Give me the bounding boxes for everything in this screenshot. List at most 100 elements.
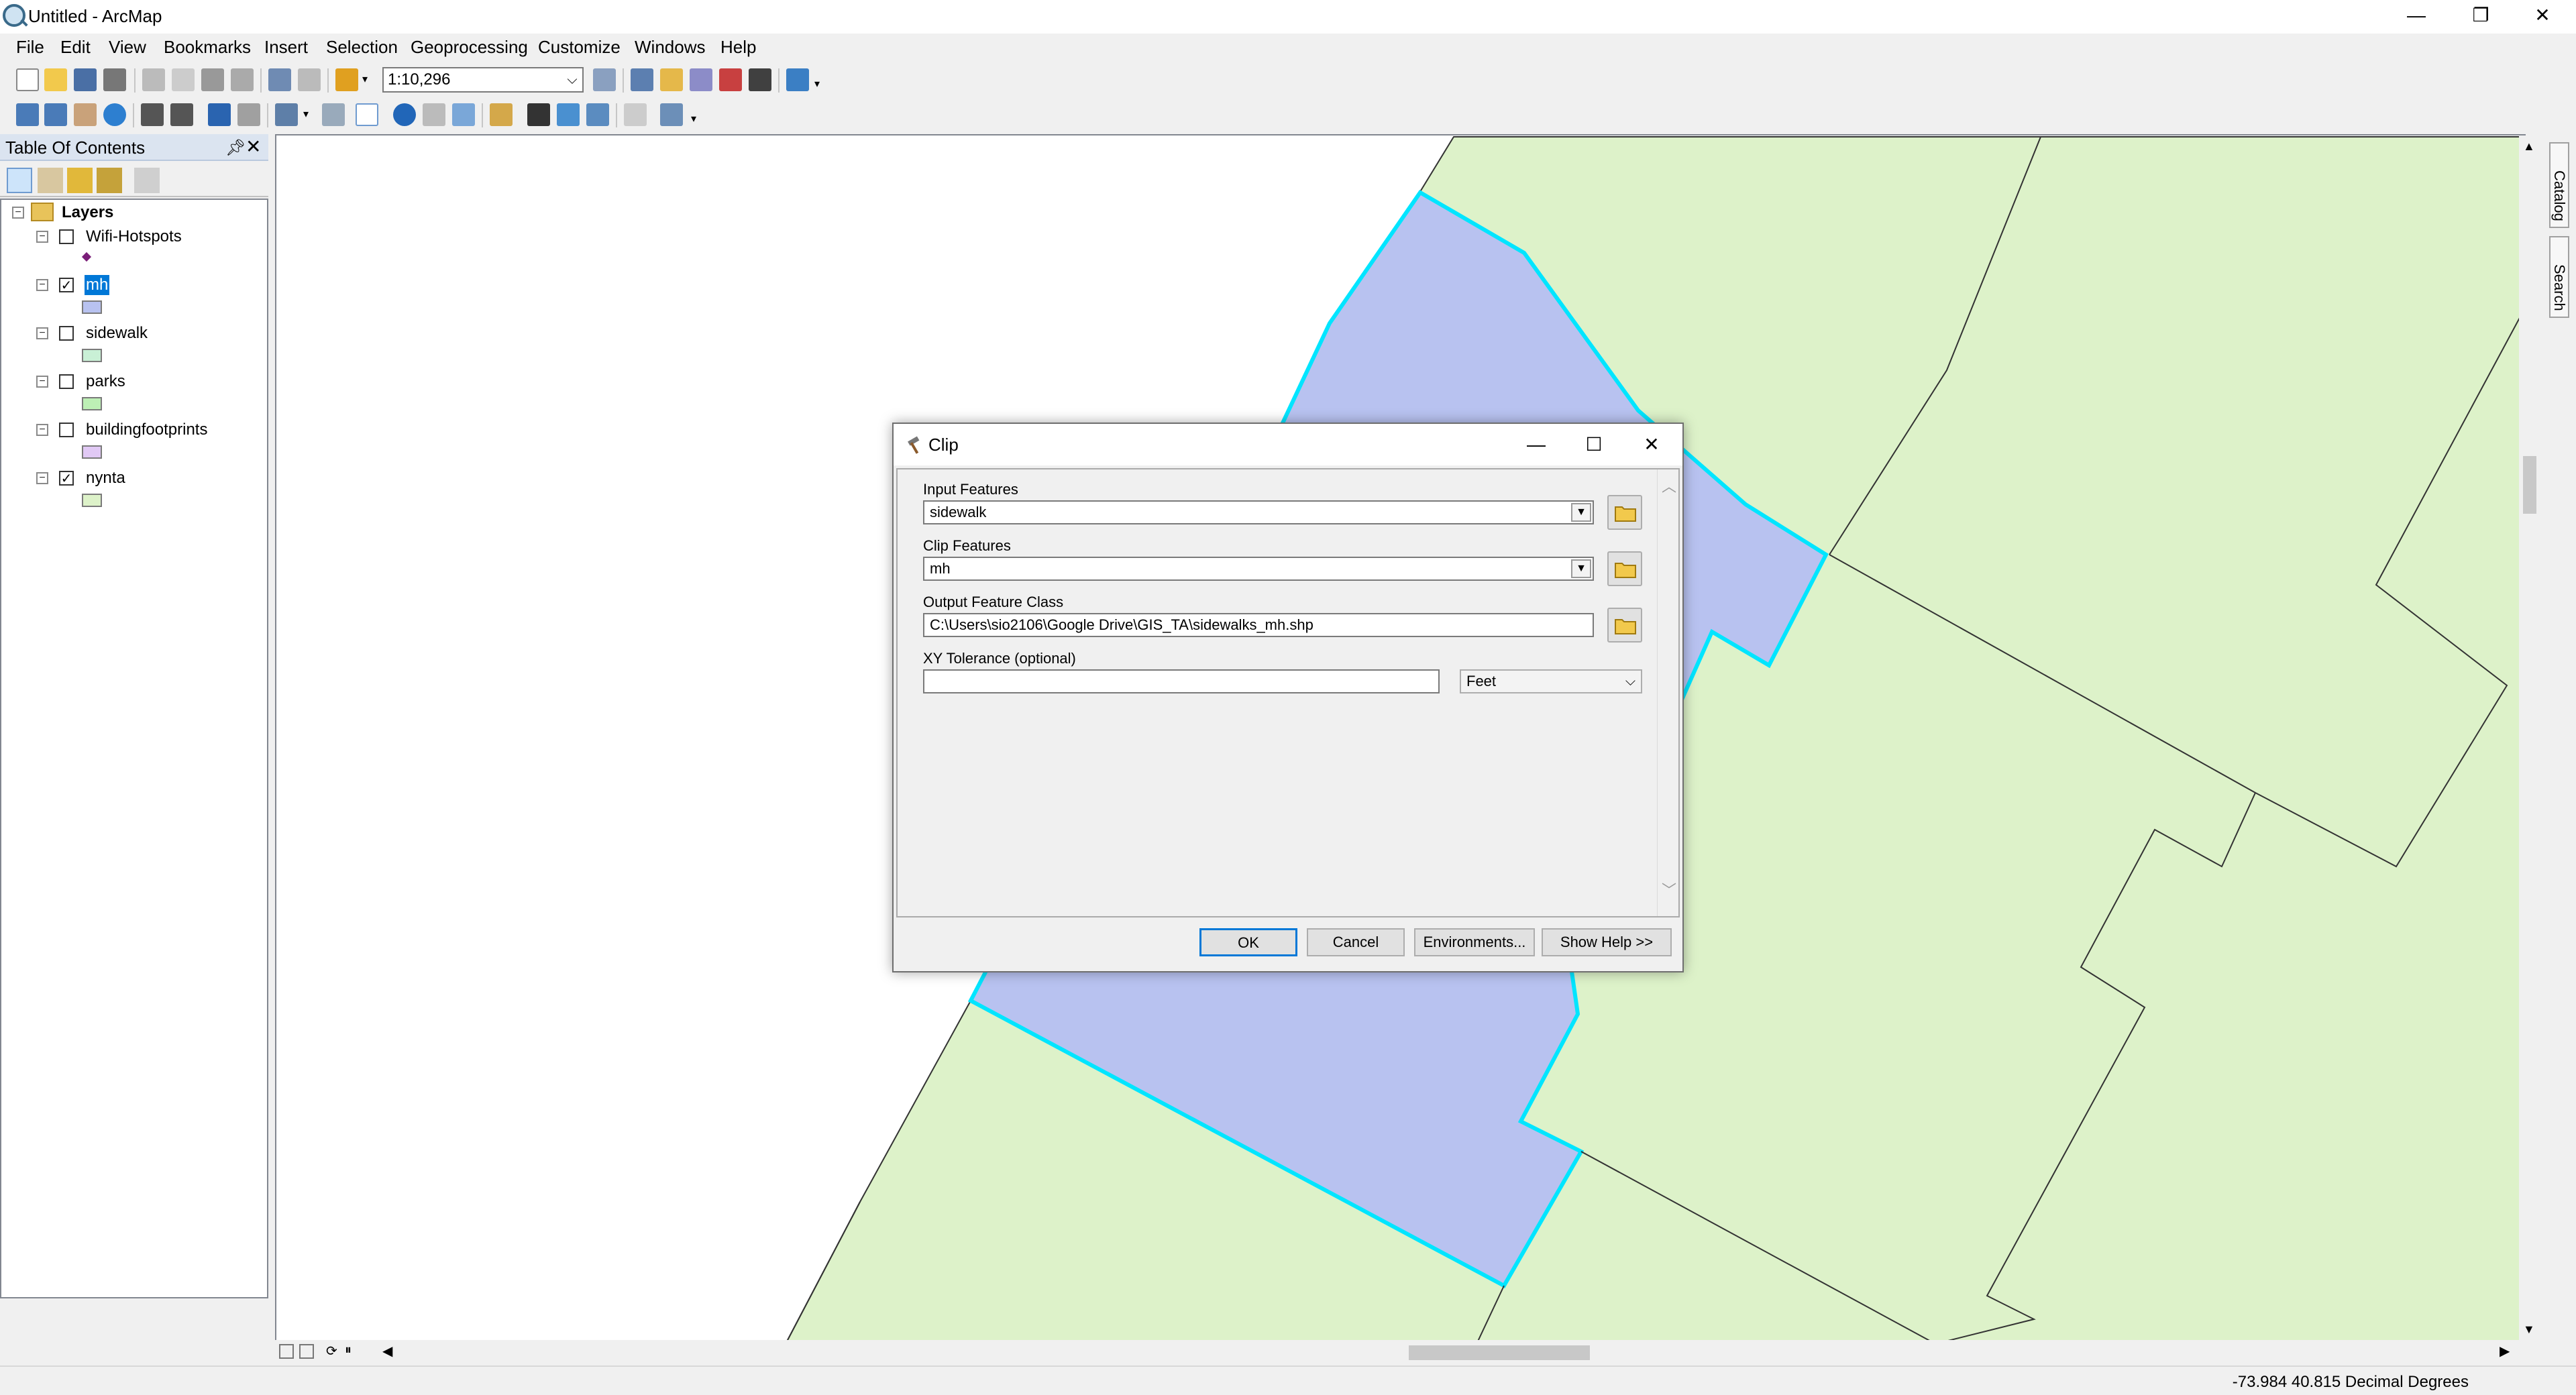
layer-label-mh[interactable]: mh bbox=[85, 275, 110, 295]
cancel-button[interactable]: Cancel bbox=[1307, 928, 1405, 956]
delete-icon[interactable] bbox=[231, 68, 254, 91]
menu-file[interactable]: File bbox=[16, 36, 44, 58]
scroll-up-arrow-icon[interactable]: ▲ bbox=[2523, 140, 2535, 154]
layer-label-buildingfootprints[interactable]: buildingfootprints bbox=[85, 420, 209, 440]
list-by-drawing-order-icon[interactable] bbox=[7, 168, 32, 193]
menu-windows[interactable]: Windows bbox=[635, 36, 705, 58]
polygon-symbol-swatch[interactable] bbox=[82, 445, 102, 459]
restore-button[interactable]: ❐ bbox=[2450, 0, 2512, 34]
toc-options-icon[interactable] bbox=[134, 168, 160, 193]
menu-selection[interactable]: Selection bbox=[326, 36, 398, 58]
polygon-symbol-swatch[interactable] bbox=[82, 397, 102, 410]
polygon-symbol-swatch[interactable] bbox=[82, 300, 102, 314]
paste-icon[interactable] bbox=[201, 68, 224, 91]
back-arrow-icon[interactable] bbox=[208, 103, 231, 126]
select-dropdown-icon[interactable]: ▾ bbox=[303, 103, 317, 126]
vertical-scroll-thumb[interactable] bbox=[2523, 456, 2536, 514]
zoom-in-icon[interactable] bbox=[16, 103, 39, 126]
map-horizontal-scrollbar[interactable]: ⟳ ⏸ ◀ ▶ bbox=[275, 1340, 2519, 1363]
model-builder-icon[interactable] bbox=[786, 68, 809, 91]
scroll-up-arrow-icon[interactable]: ︿ bbox=[1662, 475, 1676, 496]
arctoolbox-icon[interactable] bbox=[719, 68, 742, 91]
polygon-symbol-swatch[interactable] bbox=[82, 494, 102, 507]
menu-view[interactable]: View bbox=[109, 36, 146, 58]
menu-customize[interactable]: Customize bbox=[538, 36, 621, 58]
table-of-contents-icon[interactable] bbox=[631, 68, 653, 91]
print-icon[interactable] bbox=[103, 68, 126, 91]
layer-label-sidewalk[interactable]: sidewalk bbox=[85, 323, 149, 343]
toolbar-overflow-icon[interactable]: ▾ bbox=[814, 68, 828, 91]
pan-hand-icon[interactable] bbox=[74, 103, 97, 126]
xy-tolerance-unit-select[interactable]: Feet ⌵ bbox=[1460, 669, 1642, 693]
scroll-down-arrow-icon[interactable]: ▼ bbox=[2523, 1323, 2535, 1337]
layer-visibility-checkbox-sidewalk[interactable] bbox=[59, 326, 74, 341]
new-document-icon[interactable] bbox=[16, 68, 39, 91]
browse-input-button[interactable] bbox=[1607, 495, 1642, 530]
collapse-layer-icon[interactable]: − bbox=[36, 327, 48, 339]
menu-help[interactable]: Help bbox=[720, 36, 756, 58]
pause-drawing-icon[interactable]: ⏸ bbox=[345, 1343, 352, 1358]
input-features-combo[interactable]: sidewalk ▼ bbox=[923, 500, 1594, 524]
environments-button[interactable]: Environments... bbox=[1414, 928, 1535, 956]
output-feature-class-input[interactable]: C:\Users\sio2106\Google Drive\GIS_TA\sid… bbox=[923, 613, 1594, 637]
layer-label-parks[interactable]: parks bbox=[85, 372, 127, 392]
create-viewer-window-icon[interactable] bbox=[660, 103, 683, 126]
collapse-layer-icon[interactable]: − bbox=[36, 279, 48, 291]
layout-view-icon[interactable] bbox=[299, 1344, 314, 1359]
layers-root-label[interactable]: Layers bbox=[60, 203, 115, 223]
full-extent-globe-icon[interactable] bbox=[103, 103, 126, 126]
go-to-xy-icon[interactable] bbox=[586, 103, 609, 126]
html-popup-icon[interactable] bbox=[452, 103, 475, 126]
list-by-visibility-icon[interactable] bbox=[67, 168, 93, 193]
scroll-right-arrow-icon[interactable]: ▶ bbox=[2500, 1343, 2510, 1359]
collapse-layer-icon[interactable]: − bbox=[36, 231, 48, 243]
scroll-down-arrow-icon[interactable]: ﹀ bbox=[1662, 879, 1676, 900]
zoom-out-icon[interactable] bbox=[44, 103, 67, 126]
minimize-button[interactable]: — bbox=[2385, 0, 2447, 34]
layer-visibility-checkbox-buildingfootprints[interactable] bbox=[59, 423, 74, 437]
layer-visibility-checkbox-parks[interactable] bbox=[59, 374, 74, 389]
ok-button[interactable]: OK bbox=[1199, 928, 1297, 956]
pin-icon[interactable]: 📌︎ bbox=[225, 138, 246, 158]
fixed-zoom-out-icon[interactable] bbox=[170, 103, 193, 126]
add-data-icon[interactable] bbox=[335, 68, 358, 91]
layer-visibility-checkbox-wifi-hotspots[interactable] bbox=[59, 229, 74, 244]
dialog-close-button[interactable]: ✕ bbox=[1626, 428, 1677, 461]
browse-clip-button[interactable] bbox=[1607, 551, 1642, 586]
scroll-left-arrow-icon[interactable]: ◀ bbox=[382, 1343, 392, 1359]
editor-toolbar-icon[interactable] bbox=[593, 68, 616, 91]
catalog-window-icon[interactable] bbox=[660, 68, 683, 91]
undo-icon[interactable] bbox=[268, 68, 291, 91]
polygon-symbol-swatch[interactable] bbox=[82, 349, 102, 362]
layer-label-wifi-hotspots[interactable]: Wifi-Hotspots bbox=[85, 227, 183, 247]
chevron-down-icon[interactable]: ⌵ bbox=[1625, 671, 1635, 692]
clear-selection-icon[interactable] bbox=[322, 103, 345, 126]
search-tab[interactable]: Search bbox=[2549, 236, 2569, 318]
search-window-icon[interactable] bbox=[690, 68, 712, 91]
collapse-layer-icon[interactable]: − bbox=[36, 424, 48, 436]
map-scale-combo[interactable]: 1:10,296 ⌵ bbox=[382, 67, 584, 93]
show-help-button[interactable]: Show Help >> bbox=[1542, 928, 1672, 956]
layer-visibility-checkbox-nynta[interactable]: ✓ bbox=[59, 471, 74, 486]
data-view-icon[interactable] bbox=[279, 1344, 294, 1359]
select-features-icon[interactable] bbox=[275, 103, 298, 126]
select-elements-arrow-icon[interactable] bbox=[356, 103, 378, 126]
menu-geoprocessing[interactable]: Geoprocessing bbox=[411, 36, 528, 58]
collapse-layer-icon[interactable]: − bbox=[36, 376, 48, 388]
dialog-vertical-scrollbar[interactable]: ︿ ﹀ bbox=[1657, 469, 1678, 916]
toolbar-overflow-icon[interactable]: ▾ bbox=[691, 103, 704, 126]
map-vertical-scrollbar[interactable]: ▲ ▼ bbox=[2519, 135, 2539, 1341]
menu-bookmarks[interactable]: Bookmarks bbox=[164, 36, 251, 58]
collapse-layer-icon[interactable]: − bbox=[36, 472, 48, 484]
measure-icon[interactable] bbox=[490, 103, 513, 126]
python-window-icon[interactable] bbox=[749, 68, 771, 91]
menu-edit[interactable]: Edit bbox=[60, 36, 91, 58]
clip-features-combo[interactable]: mh ▼ bbox=[923, 557, 1594, 581]
chevron-down-icon[interactable]: ▼ bbox=[1571, 503, 1591, 522]
copy-icon[interactable] bbox=[172, 68, 195, 91]
redo-icon[interactable] bbox=[298, 68, 321, 91]
open-folder-icon[interactable] bbox=[44, 68, 67, 91]
forward-arrow-icon[interactable] bbox=[237, 103, 260, 126]
point-symbol-icon[interactable] bbox=[81, 252, 92, 262]
identify-icon[interactable] bbox=[393, 103, 416, 126]
